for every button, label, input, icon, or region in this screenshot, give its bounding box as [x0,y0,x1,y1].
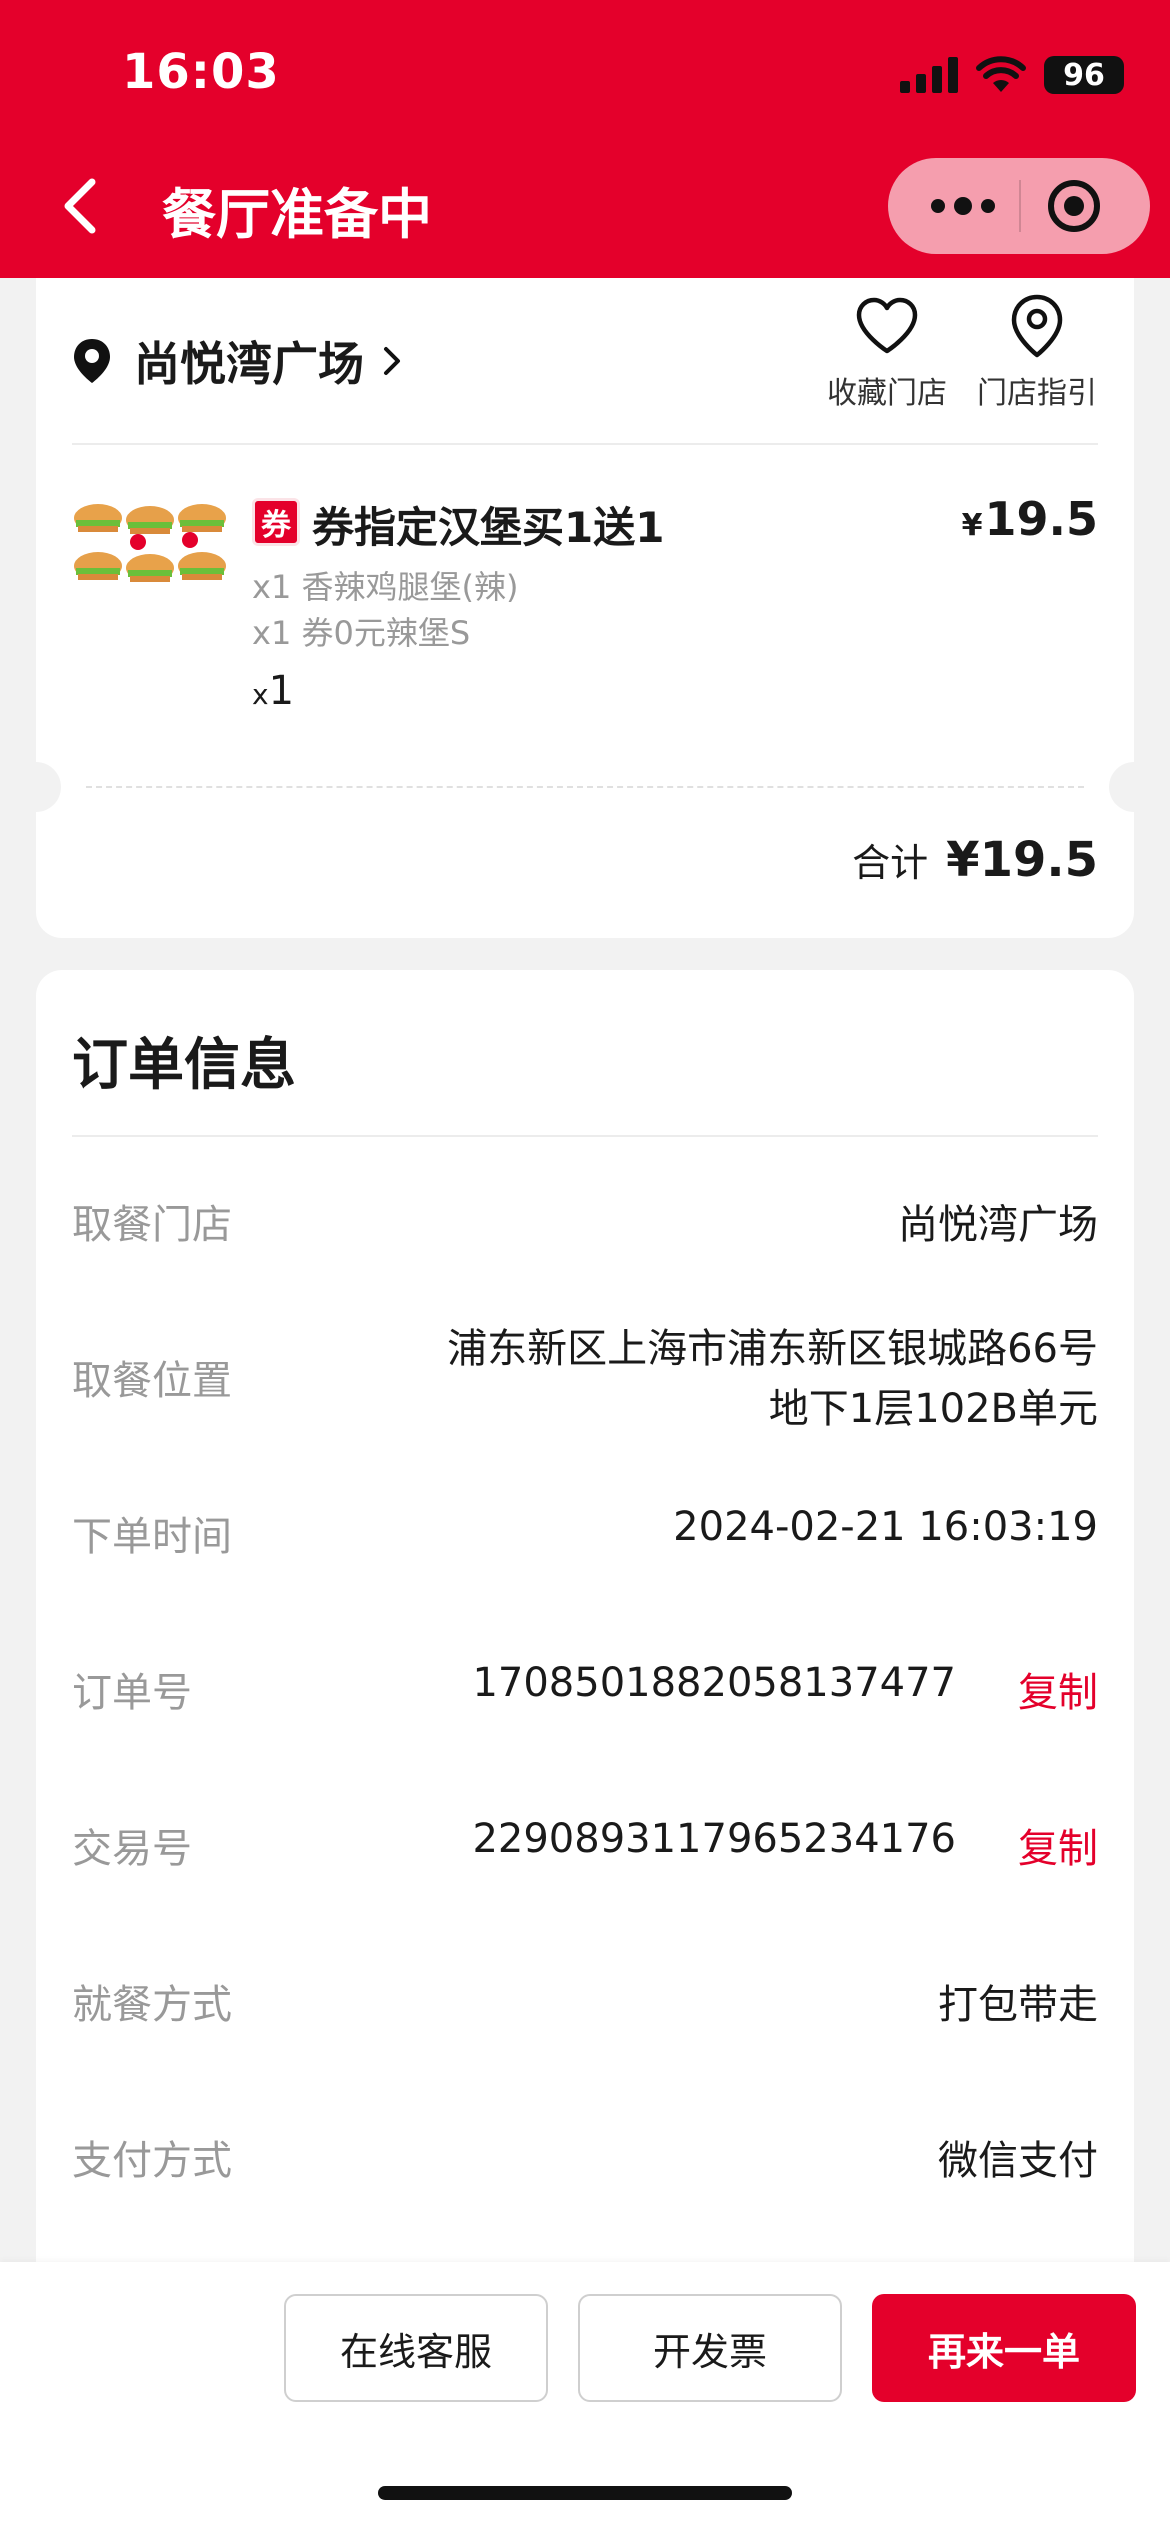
page-title: 餐厅准备中 [162,183,432,246]
order-items-card: 尚悦湾广场 收藏门店 门店指引 券 券指定汉堡买1送1 ¥19.5 x1 香辣鸡… [11,278,1159,938]
divider [72,443,1098,445]
favorite-store-button[interactable]: 收藏门店 [812,290,962,412]
app-header: 16:03 96 餐厅准备中 [0,0,1170,278]
total-value: ¥19.5 [946,832,1098,888]
pickup-location-label: 取餐位置 [72,1358,232,1404]
quantity-value: 1 [268,668,295,714]
divider [72,1135,1098,1137]
mini-program-capsule [888,158,1150,254]
reorder-button[interactable]: 再来一单 [872,2294,1136,2402]
copy-order-number-button[interactable]: 复制 [1018,1660,1098,1718]
back-button[interactable] [56,176,106,236]
product-image [74,504,226,582]
order-info-title: 订单信息 [72,1033,296,1098]
burger-illustration [74,504,226,582]
pickup-store-value: 尚悦湾广场 [898,1202,1098,1248]
target-circle-icon [1048,180,1100,232]
location-marker-icon [74,339,110,383]
item-price: ¥19.5 [962,492,1098,546]
capsule-divider [1019,180,1021,232]
total-label: 合计 [852,841,929,885]
item-quantity: x1 [252,668,294,714]
favorite-store-label: 收藏门店 [827,376,947,411]
order-time-label: 下单时间 [72,1514,232,1560]
home-indicator [378,2486,792,2500]
item-price-value: 19.5 [984,492,1099,546]
item-detail: x1 券0元辣堡S [252,614,471,652]
invoice-button[interactable]: 开发票 [578,2294,842,2402]
order-total: 合计 ¥19.5 [852,832,1098,888]
wifi-icon [976,56,1026,92]
chevron-left-icon [64,178,96,234]
transaction-number-value: 2290893117965234176 [472,1816,956,1862]
order-info-card: 订单信息 取餐门店 尚悦湾广场 取餐位置 浦东新区上海市浦东新区银城路66号 地… [36,970,1134,2270]
payment-method-value: 微信支付 [938,2138,1098,2184]
dashed-divider [86,786,1084,788]
chevron-right-icon [384,347,400,375]
order-number-value: 1708501882058137477 [472,1660,956,1706]
pickup-store-label: 取餐门店 [72,1202,232,1248]
ticket-notch-left [11,762,61,812]
transaction-number-label: 交易号 [72,1826,192,1872]
heart-icon [856,297,918,354]
location-pin-icon [1011,294,1063,358]
order-number-label: 订单号 [72,1670,192,1716]
store-link[interactable]: 尚悦湾广场 [72,328,402,394]
store-guide-button[interactable]: 门店指引 [962,290,1112,412]
battery-indicator: 96 [1044,56,1124,94]
quantity-prefix: x [252,678,269,711]
status-time: 16:03 [122,44,280,100]
copy-transaction-number-button[interactable]: 复制 [1018,1816,1098,1874]
status-icons: 96 [900,56,1124,94]
item-title: 券指定汉堡买1送1 [312,503,665,552]
pickup-location-line1: 浦东新区上海市浦东新区银城路66号 [447,1326,1098,1372]
ticket-notch-right [1109,762,1159,812]
cellular-signal-icon [900,57,958,93]
dining-method-value: 打包带走 [938,1982,1098,2028]
more-button[interactable] [926,182,1000,230]
dining-method-label: 就餐方式 [72,1982,232,2028]
currency-symbol: ¥ [961,508,983,543]
store-guide-label: 门店指引 [977,376,1097,411]
item-detail: x1 香辣鸡腿堡(辣) [252,568,519,606]
store-name: 尚悦湾广场 [134,337,364,391]
order-time-value: 2024-02-21 16:03:19 [673,1504,1098,1550]
more-dots-icon [931,197,995,215]
payment-method-label: 支付方式 [72,2138,232,2184]
store-actions: 收藏门店 门店指引 [812,290,1134,412]
customer-service-button[interactable]: 在线客服 [284,2294,548,2402]
coupon-badge: 券 [252,498,300,546]
close-mini-program-button[interactable] [1046,178,1102,234]
pickup-location-line2: 地下1层102B单元 [768,1386,1098,1432]
